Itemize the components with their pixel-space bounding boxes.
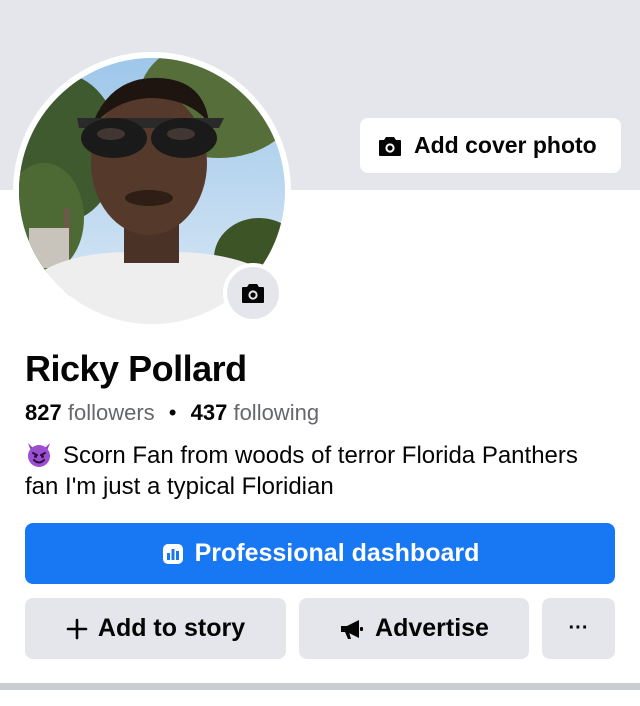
plus-icon [66,618,88,639]
section-divider [0,683,640,690]
professional-dashboard-button[interactable]: Professional dashboard [25,523,615,584]
add-cover-photo-button[interactable]: Add cover photo [360,118,621,173]
stats-separator: • [168,400,177,425]
follow-stats: 827 followers • 437 following [25,400,319,426]
professional-dashboard-label: Professional dashboard [194,539,480,567]
add-cover-photo-label: Add cover photo [414,132,597,158]
followers-label[interactable]: followers [68,400,155,425]
advertise-button[interactable]: Advertise [299,598,529,659]
change-profile-picture-button[interactable] [223,263,283,323]
bio-text: Scorn Fan from woods of terror Florida P… [25,442,578,500]
profile-name: Ricky Pollard [25,348,247,389]
advertise-label: Advertise [375,614,489,642]
camera-icon [379,136,401,156]
following-label[interactable]: following [233,400,319,425]
more-options-label: ··· [568,617,589,639]
megaphone-icon [341,619,364,639]
following-count[interactable]: 437 [191,400,228,425]
profile-bio: Scorn Fan from woods of terror Florida P… [25,440,615,502]
more-options-button[interactable]: ··· [542,598,615,659]
followers-count[interactable]: 827 [25,400,62,425]
camera-icon [242,284,264,303]
devil-emoji-icon [28,443,50,467]
dashboard-chart-icon [162,543,183,564]
add-to-story-button[interactable]: Add to story [25,598,286,659]
add-to-story-label: Add to story [97,614,246,642]
